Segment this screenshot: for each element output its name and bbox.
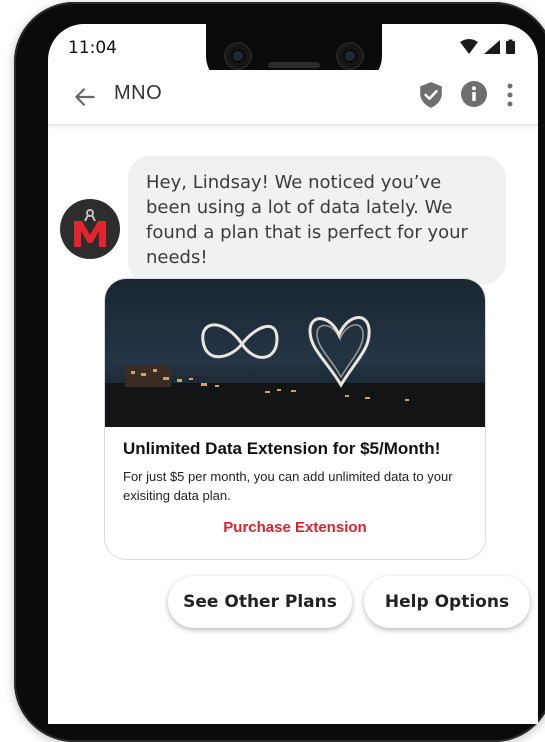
brand-logo-icon [74,209,106,247]
conversation-title: MNO [114,82,163,104]
back-arrow-icon[interactable] [72,84,98,110]
front-camera-right [336,42,364,70]
signal-icon [484,40,500,54]
battery-icon [506,41,515,54]
verified-shield-icon[interactable] [418,81,444,109]
purchase-extension-button[interactable]: Purchase Extension [105,519,485,536]
suggestion-help-options[interactable]: Help Options [364,576,530,628]
more-vert-icon[interactable] [504,82,516,108]
earpiece-speaker [268,62,320,68]
status-time: 11:04 [68,38,117,58]
rich-card[interactable]: Unlimited Data Extension for $5/Month! F… [104,278,486,560]
phone-screen: 11:04 MNO Hey, Lindsay! We noticed you’v… [48,24,538,724]
card-title: Unlimited Data Extension for $5/Month! [123,439,441,458]
info-icon[interactable] [460,80,488,108]
suggestion-see-other-plans[interactable]: See Other Plans [168,576,352,628]
status-icons [460,39,515,54]
incoming-message-bubble: Hey, Lindsay! We noticed you’ve been usi… [128,156,506,284]
front-camera-left [224,42,252,70]
card-description: For just $5 per month, you can add unlim… [123,469,453,503]
app-bar: MNO [48,70,538,125]
card-hero-image [105,279,485,427]
wifi-icon [460,39,478,54]
brand-logo-avatar [60,199,120,259]
phone-frame: 11:04 MNO Hey, Lindsay! We noticed you’v… [14,2,545,742]
